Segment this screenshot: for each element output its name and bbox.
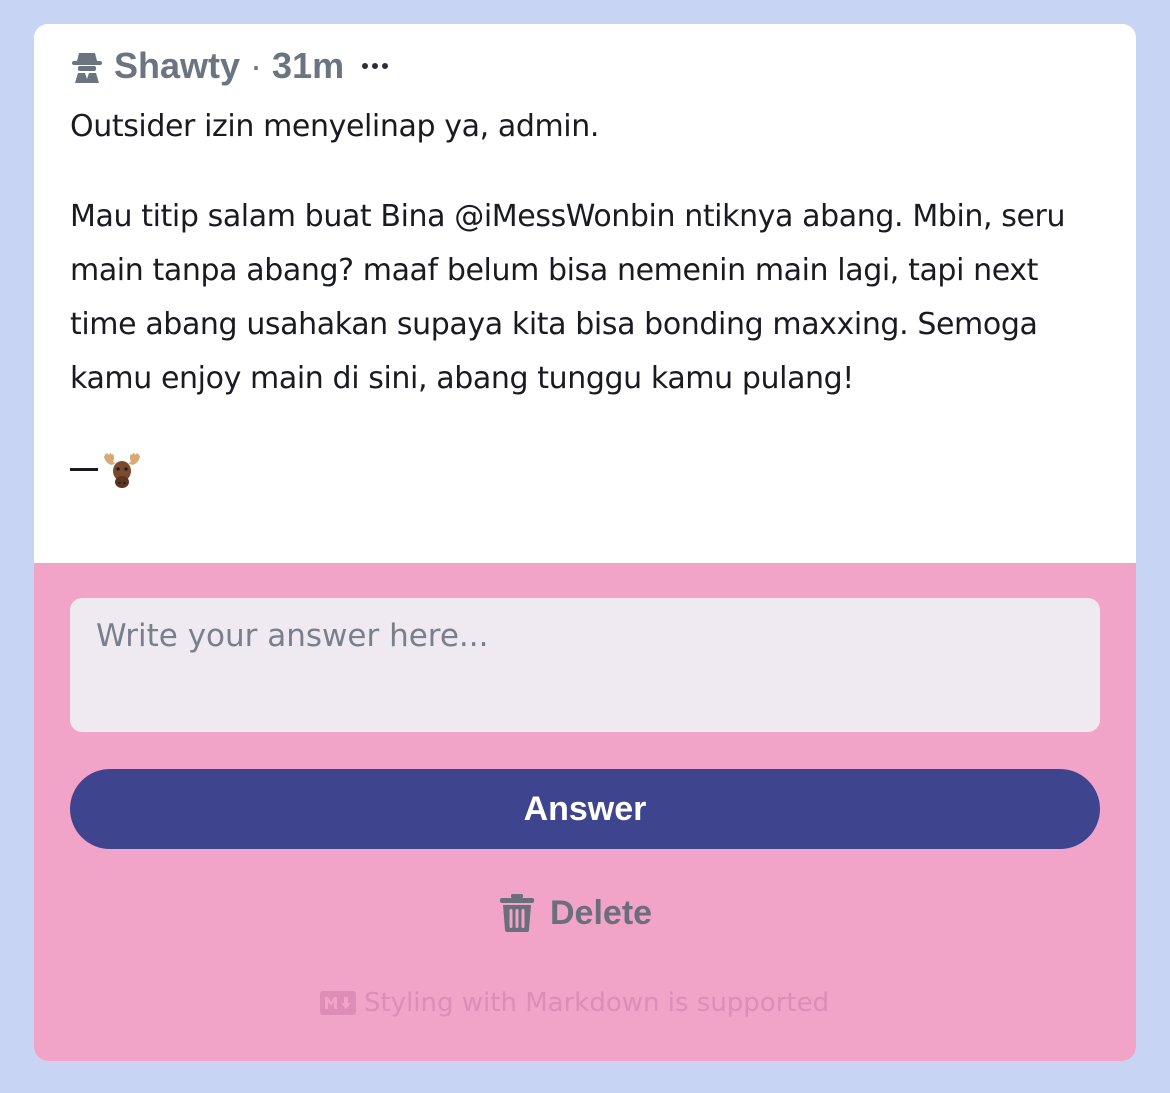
more-horizontal-icon[interactable] [362,63,389,69]
question-paragraph: Outsider izin menyelinap ya, admin. [70,109,599,144]
question-section: Shawty · 31m Outsider izin menyelinap ya… [34,24,1136,563]
markdown-note-text: Styling with Markdown is supported [364,988,830,1018]
question-body: Outsider izin menyelinap ya, admin. Mau … [70,100,1100,496]
markdown-note: Styling with Markdown is supported [320,983,829,1023]
time-ago: 31m [272,45,345,86]
signature-dash [70,467,98,471]
answer-input[interactable] [70,598,1100,732]
author-name[interactable]: Shawty [114,45,240,87]
answer-button-label: Answer [523,789,647,828]
markdown-icon [320,991,356,1015]
moose-emoji-icon [102,449,142,489]
trash-icon [500,894,534,932]
spy-icon [70,49,104,83]
question-paragraph: Mau titip salam buat Bina @iMessWonbin n… [70,199,1066,396]
question-signature [70,442,1100,496]
answer-button[interactable]: Answer [70,769,1100,849]
answer-section: Answer Delete [34,563,1136,1061]
question-meta: Shawty · 31m [70,44,389,88]
delete-button[interactable]: Delete [500,885,680,941]
meta-separator: · [250,45,263,86]
delete-button-label: Delete [550,893,653,932]
question-card: Shawty · 31m Outsider izin menyelinap ya… [34,24,1136,1061]
